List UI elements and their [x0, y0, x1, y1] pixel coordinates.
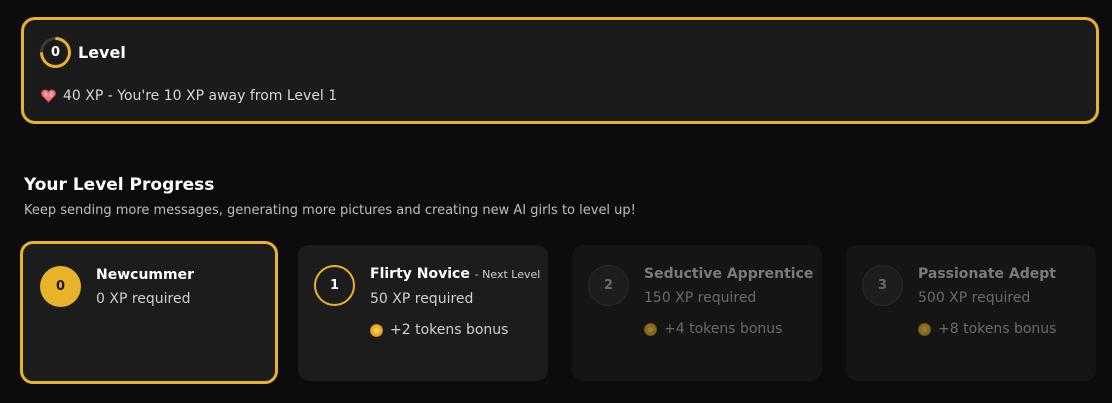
tier-bonus: +4 tokens bonus — [644, 321, 816, 337]
tier-number-badge: 3 — [862, 265, 903, 306]
tier-requirement: 150 XP required — [644, 290, 757, 306]
level-tier-3: 3 Passionate Adept 500 XP required +8 to… — [846, 245, 1096, 381]
next-level-tag: - Next Level — [474, 268, 541, 281]
progress-subtitle: Keep sending more messages, generating m… — [24, 203, 636, 218]
tier-name-line: Flirty Novice - Next Level — [370, 265, 542, 284]
tier-bonus-text: +2 tokens bonus — [390, 322, 509, 338]
coin-icon — [644, 322, 657, 336]
coin-icon — [918, 322, 931, 336]
progress-title: Your Level Progress — [24, 175, 215, 195]
heart-icon — [41, 89, 56, 103]
tier-info: Flirty Novice - Next Level 50 XP require… — [370, 265, 542, 338]
tier-name: Seductive Apprentice — [644, 266, 814, 282]
level-tier-2: 2 Seductive Apprentice 150 XP required +… — [572, 245, 822, 381]
tier-bonus: +2 tokens bonus — [370, 322, 542, 338]
tier-bonus-text: +8 tokens bonus — [938, 321, 1057, 337]
tier-bonus-text: +4 tokens bonus — [664, 321, 783, 337]
level-progress-ring: 0 — [33, 30, 78, 75]
level-title: Level — [78, 43, 126, 62]
coin-icon — [370, 323, 383, 337]
xp-status-text: 40 XP - You're 10 XP away from Level 1 — [63, 87, 338, 104]
tier-requirement: 50 XP required — [370, 291, 474, 307]
tier-bonus: +8 tokens bonus — [918, 321, 1090, 337]
tier-number-badge: 2 — [588, 265, 629, 306]
tier-number-badge: 0 — [40, 266, 81, 307]
tier-requirement: 0 XP required — [96, 291, 191, 307]
tier-requirement: 500 XP required — [918, 290, 1031, 306]
level-number: 0 — [50, 45, 61, 61]
tier-number-badge: 1 — [314, 265, 355, 306]
tier-info: Newcummer 0 XP required — [96, 266, 268, 308]
level-card: 0 Level 40 XP - You're 10 XP away from L… — [21, 17, 1099, 124]
tier-info: Seductive Apprentice 150 XP required +4 … — [644, 265, 816, 337]
xp-status: 40 XP - You're 10 XP away from Level 1 — [40, 87, 337, 104]
tier-name: Passionate Adept — [918, 266, 1056, 282]
level-tier-1: 1 Flirty Novice - Next Level 50 XP requi… — [298, 245, 548, 381]
level-header: 0 Level — [33, 30, 126, 75]
tier-info: Passionate Adept 500 XP required +8 toke… — [918, 265, 1090, 337]
tier-name: Newcummer — [96, 267, 194, 283]
tier-name: Flirty Novice — [370, 266, 470, 282]
level-tier-0: 0 Newcummer 0 XP required — [20, 241, 278, 384]
